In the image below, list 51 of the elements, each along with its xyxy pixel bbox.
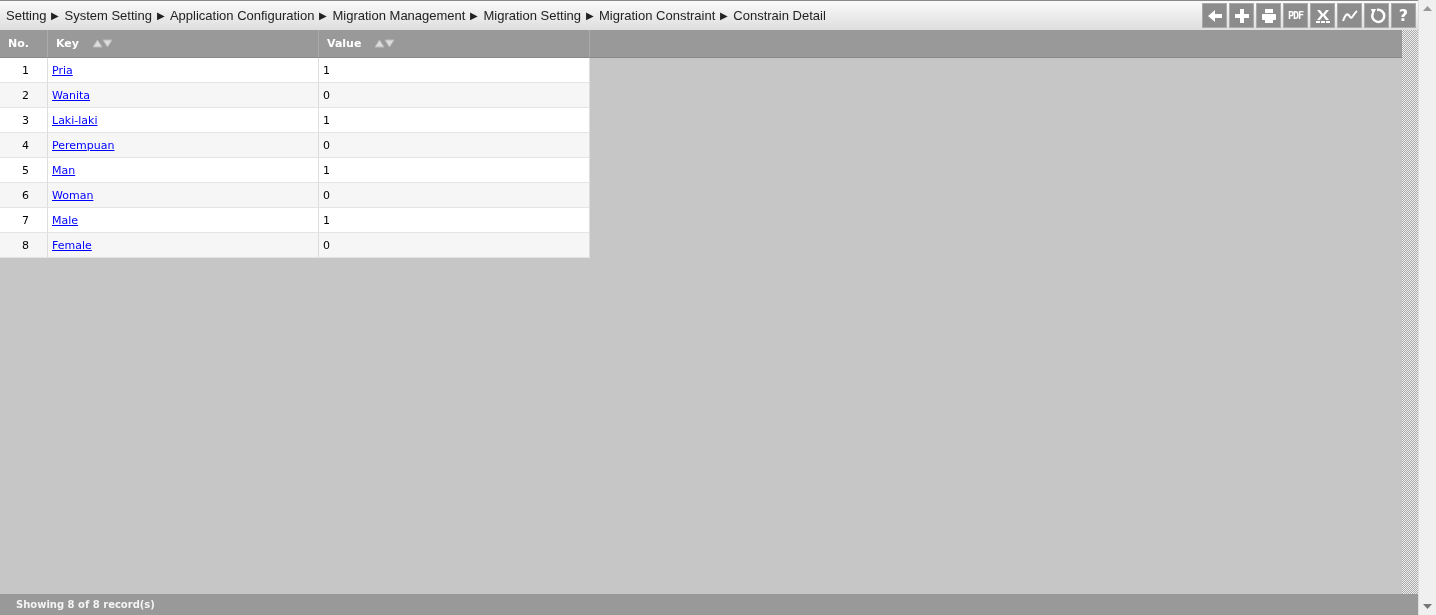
value-cell: 0 xyxy=(319,133,590,158)
scroll-down-icon[interactable] xyxy=(1423,604,1432,609)
breadcrumb-item[interactable]: Constrain Detail xyxy=(733,8,826,23)
print-button[interactable] xyxy=(1256,3,1281,28)
scrollbar[interactable] xyxy=(1418,0,1436,615)
breadcrumb-item[interactable]: Setting xyxy=(6,8,47,23)
sort-icon[interactable] xyxy=(92,39,113,48)
breadcrumb-item[interactable]: Application Configuration xyxy=(169,8,315,23)
breadcrumb-item[interactable]: Migration Management xyxy=(332,8,466,23)
printer-icon xyxy=(1259,6,1278,25)
chart-button[interactable] xyxy=(1337,3,1362,28)
key-link[interactable]: Man xyxy=(52,163,76,177)
breadcrumb-item[interactable]: System Setting xyxy=(64,8,152,23)
key-link[interactable]: Perempuan xyxy=(52,138,115,152)
row-number: 5 xyxy=(0,158,48,183)
add-button[interactable] xyxy=(1229,3,1254,28)
value-cell: 0 xyxy=(319,233,590,258)
row-number: 7 xyxy=(0,208,48,233)
key-link[interactable]: Wanita xyxy=(52,88,90,102)
key-link[interactable]: Male xyxy=(52,213,79,227)
value-cell: 0 xyxy=(319,83,590,108)
row-number: 3 xyxy=(0,108,48,133)
plus-icon xyxy=(1232,6,1251,25)
key-link[interactable]: Female xyxy=(52,238,92,252)
key-link[interactable]: Pria xyxy=(52,63,73,77)
scroll-up-icon[interactable] xyxy=(1423,6,1432,11)
breadcrumb-separator: ▶ xyxy=(586,10,594,21)
value-cell: 0 xyxy=(319,183,590,208)
row-number: 1 xyxy=(0,58,48,83)
breadcrumb-item[interactable]: Migration Constraint xyxy=(599,8,716,23)
record-count: Showing 8 of 8 record(s) xyxy=(16,599,155,610)
breadcrumb-separator: ▶ xyxy=(156,10,165,21)
row-number: 4 xyxy=(0,133,48,158)
value-cell: 1 xyxy=(319,108,590,133)
value-cell: 1 xyxy=(319,208,590,233)
breadcrumb-item[interactable]: Migration Setting xyxy=(483,8,581,23)
sort-icon[interactable] xyxy=(375,39,396,48)
key-link[interactable]: Laki-laki xyxy=(52,113,98,127)
value-cell: 1 xyxy=(319,158,590,183)
row-number: 6 xyxy=(0,183,48,208)
row-number: 8 xyxy=(0,233,48,258)
refresh-button[interactable] xyxy=(1364,3,1389,28)
breadcrumb-separator: ▶ xyxy=(470,10,479,21)
key-link[interactable]: Woman xyxy=(52,188,94,202)
breadcrumb-separator: ▶ xyxy=(319,10,328,21)
row-number: 2 xyxy=(0,83,48,108)
value-cell: 1 xyxy=(319,58,590,83)
back-button[interactable] xyxy=(1202,3,1227,28)
breadcrumb-separator: ▶ xyxy=(720,10,729,21)
breadcrumb-separator: ▶ xyxy=(51,10,60,21)
export-button[interactable] xyxy=(1310,3,1335,28)
